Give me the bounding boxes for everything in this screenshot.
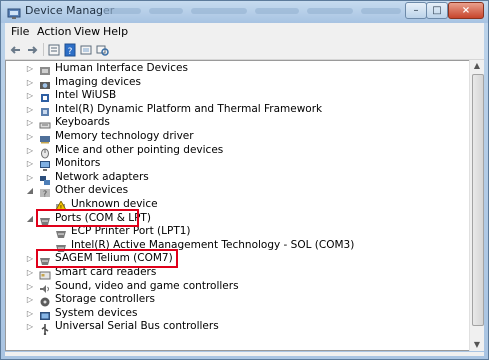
back-arrow-icon[interactable]	[9, 42, 23, 56]
tree-item-label: Sound, video and game controllers	[55, 279, 239, 292]
title-blur	[361, 8, 401, 14]
tree-item-intel-r-dynamic-platform-and-thermal-framework[interactable]: ▷ Intel(R) Dynamic Platform and Thermal F…	[6, 103, 469, 116]
tree-item-label: Monitors	[55, 157, 101, 170]
collapse-arrow-icon[interactable]: ◢	[26, 186, 34, 195]
tree-item-label: Network adapters	[55, 170, 149, 183]
toolbar-separator	[43, 43, 44, 56]
window-title: Device Manager	[25, 4, 115, 17]
tree-item-label: Memory technology driver	[55, 130, 194, 142]
svg-text:?: ?	[68, 47, 73, 57]
properties-icon[interactable]	[47, 42, 61, 56]
scroll-up-icon[interactable]: ▲	[471, 60, 483, 72]
tree-item-label: Keyboards	[55, 116, 110, 129]
keyboard-icon	[39, 116, 51, 129]
tree-item-human-interface-devices[interactable]: ▷ Human Interface Devices	[6, 62, 469, 75]
monitor-icon	[39, 157, 51, 172]
help-icon[interactable]: ?	[63, 42, 77, 57]
scroll-down-icon[interactable]: ▼	[471, 339, 483, 351]
tree-item-label: Other devices	[55, 184, 129, 197]
expand-arrow-icon[interactable]: ▷	[26, 105, 34, 114]
usb-icon	[39, 89, 51, 103]
expand-arrow-icon[interactable]: ▷	[26, 159, 34, 168]
expand-arrow-icon[interactable]: ▷	[26, 268, 34, 277]
expand-arrow-icon[interactable]: ▷	[26, 118, 34, 127]
maximize-button[interactable]: □	[426, 2, 448, 19]
tree-item-label: Intel WiUSB	[55, 89, 117, 102]
forward-arrow-icon[interactable]	[25, 42, 39, 56]
expand-arrow-icon[interactable]: ▷	[26, 78, 34, 87]
menu-view[interactable]: View	[74, 25, 100, 38]
device-manager-window: Device Manager – □ × File Action View He…	[0, 0, 489, 360]
tree-item-ecp-printer-port-lpt1[interactable]: ECP Printer Port (LPT1)	[6, 225, 469, 239]
collapse-arrow-icon[interactable]: ◢	[26, 214, 34, 223]
memory-icon	[39, 130, 51, 144]
tree-item-label: Universal Serial Bus controllers	[55, 320, 219, 333]
chip-icon	[39, 103, 51, 116]
expand-arrow-icon[interactable]: ▷	[26, 146, 34, 155]
storage-icon	[39, 293, 51, 307]
title-blur	[191, 8, 247, 14]
tree-item-label: Imaging devices	[55, 75, 141, 88]
title-blur	[255, 8, 299, 14]
title-bar[interactable]: Device Manager – □ ×	[1, 1, 488, 23]
tree-item-label: Mice and other pointing devices	[55, 143, 224, 156]
expand-arrow-icon[interactable]: ▷	[26, 282, 34, 291]
expand-arrow-icon[interactable]: ▷	[26, 322, 34, 331]
expand-arrow-icon[interactable]: ▷	[26, 295, 34, 304]
camera-icon	[39, 76, 51, 89]
minimize-button[interactable]: –	[405, 2, 427, 19]
scan-hardware-icon[interactable]	[95, 42, 109, 56]
tree-item-label: Storage controllers	[55, 293, 155, 306]
tree-item-label: Intel(R) Dynamic Platform and Thermal Fr…	[55, 102, 323, 115]
highlight-box-sagem	[36, 249, 178, 269]
tree-item-sound-video-and-game-controllers[interactable]: ▷ Sound, video and game controllers	[6, 280, 469, 293]
expand-arrow-icon[interactable]: ▷	[26, 132, 34, 141]
menu-help[interactable]: Help	[103, 25, 128, 38]
menu-action[interactable]: Action	[37, 25, 71, 38]
other-devices-icon: ?	[39, 184, 51, 199]
tree-item-label: Human Interface Devices	[55, 62, 188, 74]
expand-arrow-icon[interactable]: ▷	[26, 173, 34, 182]
tree-item-monitors[interactable]: ▷ Monitors	[6, 157, 469, 172]
close-button[interactable]: ×	[448, 2, 484, 19]
menu-file[interactable]: File	[11, 25, 29, 38]
device-manager-icon	[7, 5, 21, 19]
menu-bar: File Action View Help	[5, 23, 484, 41]
tree-item-universal-serial-bus-controllers[interactable]: ▷ Universal Serial Bus controllers	[6, 320, 469, 336]
tree-item-system-devices[interactable]: ▷ System devices	[6, 307, 469, 320]
port-icon	[55, 225, 67, 239]
tree-item-imaging-devices[interactable]: ▷ Imaging devices	[6, 76, 469, 89]
vertical-scrollbar[interactable]: ▲ ▼	[469, 60, 484, 351]
mouse-icon	[39, 144, 51, 159]
hid-icon	[39, 62, 51, 75]
expand-arrow-icon[interactable]: ▷	[26, 254, 34, 263]
tree-item-label: System devices	[55, 306, 138, 319]
tree-item-label: ECP Printer Port (LPT1)	[71, 225, 191, 238]
system-icon	[39, 307, 51, 320]
title-blur	[103, 8, 141, 14]
tree-item-storage-controllers[interactable]: ▷ Storage controllers	[6, 293, 469, 307]
tree-item-mice-and-other-pointing-devices[interactable]: ▷ Mice and other pointing devices	[6, 143, 469, 159]
tree-item-network-adapters[interactable]: ▷ Network adapters	[6, 170, 469, 185]
device-tree[interactable]: ▷ Human Interface Devices ▷ Imaging devices…	[5, 60, 470, 351]
tree-item-other-devices[interactable]: ◢? Other devices	[6, 184, 469, 199]
title-blur	[149, 8, 183, 14]
highlight-box-ports	[36, 208, 139, 227]
status-bar	[5, 352, 484, 356]
view-toggle-icon[interactable]	[79, 42, 93, 56]
speaker-icon	[39, 280, 51, 293]
tree-item-memory-technology-driver[interactable]: ▷ Memory technology driver	[6, 130, 469, 144]
tree-item-intel-wiusb[interactable]: ▷ Intel WiUSB	[6, 89, 469, 103]
network-icon	[39, 171, 51, 185]
expand-arrow-icon[interactable]: ▷	[26, 64, 34, 73]
tree-item-keyboards[interactable]: ▷ Keyboards	[6, 116, 469, 129]
toolbar: ?	[5, 41, 484, 60]
expand-arrow-icon[interactable]: ▷	[26, 309, 34, 318]
title-blur	[307, 8, 353, 14]
scroll-thumb[interactable]	[472, 74, 484, 326]
expand-arrow-icon[interactable]: ▷	[26, 91, 34, 100]
usb-controller-icon	[39, 320, 51, 336]
